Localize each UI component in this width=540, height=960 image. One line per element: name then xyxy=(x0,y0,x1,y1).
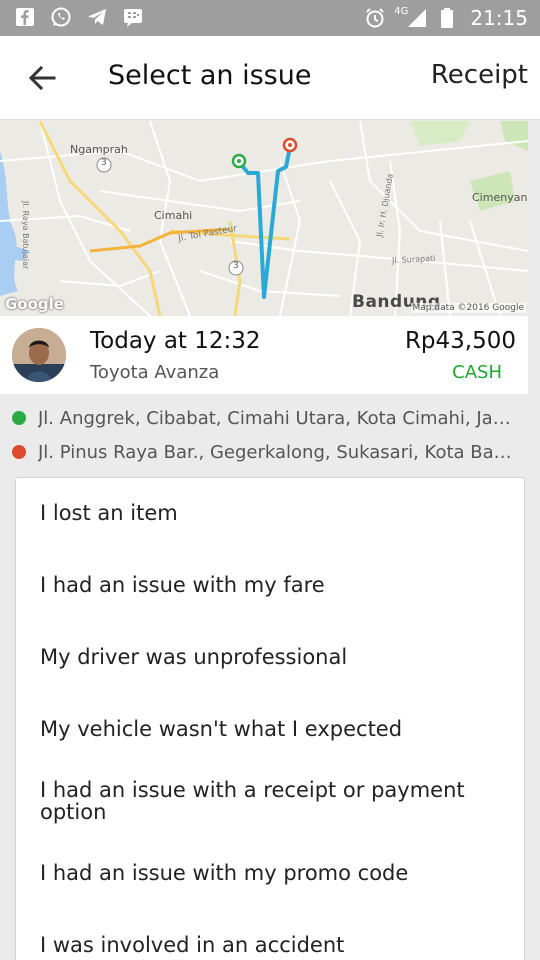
issue-fare[interactable]: I had an issue with my fare xyxy=(40,574,510,596)
pickup-dot-icon xyxy=(12,411,26,425)
dropoff-address-text: Jl. Pinus Raya Bar., Gegerkalong, Sukasa… xyxy=(38,441,522,463)
system-icons: 4G 21:15 xyxy=(364,6,528,30)
back-arrow-icon xyxy=(28,65,56,91)
pickup-address: Jl. Anggrek, Cibabat, Cimahi Utara, Kota… xyxy=(12,406,522,430)
issue-vehicle-unexpected[interactable]: My vehicle wasn't what I expected xyxy=(40,718,510,740)
telegram-icon xyxy=(86,6,108,28)
trip-price: Rp43,500 xyxy=(404,328,516,354)
issue-promo-code[interactable]: I had an issue with my promo code xyxy=(40,862,510,884)
issue-driver-unprofessional[interactable]: My driver was unprofessional xyxy=(40,646,510,668)
dropoff-address: Jl. Pinus Raya Bar., Gegerkalong, Sukasa… xyxy=(12,440,522,464)
map-attribution: Map data ©2016 Google xyxy=(410,303,526,313)
dropoff-dot-icon xyxy=(12,445,26,459)
map-label-raya-batujajar: Jl. Raya Batujajar xyxy=(21,201,30,270)
pickup-address-text: Jl. Anggrek, Cibabat, Cimahi Utara, Kota… xyxy=(38,407,522,429)
trip-summary: Today at 12:32 Toyota Avanza Rp43,500 CA… xyxy=(0,316,528,394)
map-label-cimahi: Cimahi xyxy=(154,209,193,222)
page-title: Select an issue xyxy=(108,60,312,91)
clock: 21:15 xyxy=(470,6,528,30)
issue-list: I lost an item I had an issue with my fa… xyxy=(15,477,525,960)
notification-icons xyxy=(14,6,144,28)
issue-accident[interactable]: I was involved in an accident xyxy=(40,934,510,956)
alarm-icon xyxy=(364,7,386,29)
status-bar: 4G 21:15 xyxy=(0,0,540,36)
google-logo: Google xyxy=(5,295,64,313)
issue-lost-item[interactable]: I lost an item xyxy=(40,502,510,524)
signal-icon xyxy=(406,7,428,29)
map-label-route-3a: 3 xyxy=(101,158,107,168)
map-edge xyxy=(528,121,540,316)
map-label-ngamprah: Ngamprah xyxy=(70,143,128,156)
map-label-route-3b: 3 xyxy=(233,261,239,271)
trip-vehicle: Toyota Avanza xyxy=(90,362,220,383)
payment-method: CASH xyxy=(452,362,502,383)
whatsapp-icon xyxy=(50,6,72,28)
facebook-icon xyxy=(14,6,36,28)
driver-avatar xyxy=(12,328,66,382)
receipt-button[interactable]: Receipt xyxy=(431,60,528,90)
bbm-icon xyxy=(122,6,144,28)
network-type: 4G xyxy=(394,5,409,17)
trip-map[interactable]: Ngamprah 3 Cimahi Jl. Tol Pasteur 3 Cime… xyxy=(0,121,528,316)
trip-time: Today at 12:32 xyxy=(90,328,261,354)
issue-receipt-payment[interactable]: I had an issue with a receipt or payment… xyxy=(40,779,510,823)
battery-icon xyxy=(436,7,458,29)
app-bar: Select an issue Receipt xyxy=(0,36,540,120)
map-label-cimenyan: Cimenyan xyxy=(472,191,528,204)
back-button[interactable] xyxy=(24,60,60,96)
